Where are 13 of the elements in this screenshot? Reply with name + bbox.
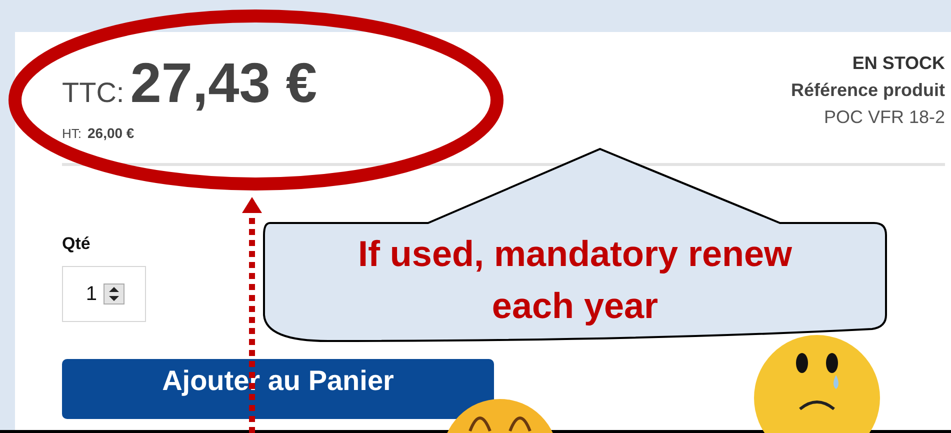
net-price-label: HT: xyxy=(62,126,82,141)
quantity-field[interactable]: 1 xyxy=(62,266,146,322)
quantity-label: Qté xyxy=(62,234,90,254)
reference-label: Référence produit xyxy=(790,80,945,101)
price-label: TTC: xyxy=(62,77,124,109)
callout-text: If used, mandatory renew each year xyxy=(356,232,794,328)
add-to-cart-button[interactable]: Ajouter au Panier xyxy=(62,359,494,419)
net-price-amount: 26,00 € xyxy=(88,125,134,141)
crying-face-icon xyxy=(752,333,882,433)
reference-value: POC VFR 18-2 xyxy=(824,107,945,128)
price-amount: 27,43 € xyxy=(130,50,318,115)
spinner-icon[interactable] xyxy=(103,283,125,305)
stock-status: EN STOCK xyxy=(852,53,945,74)
